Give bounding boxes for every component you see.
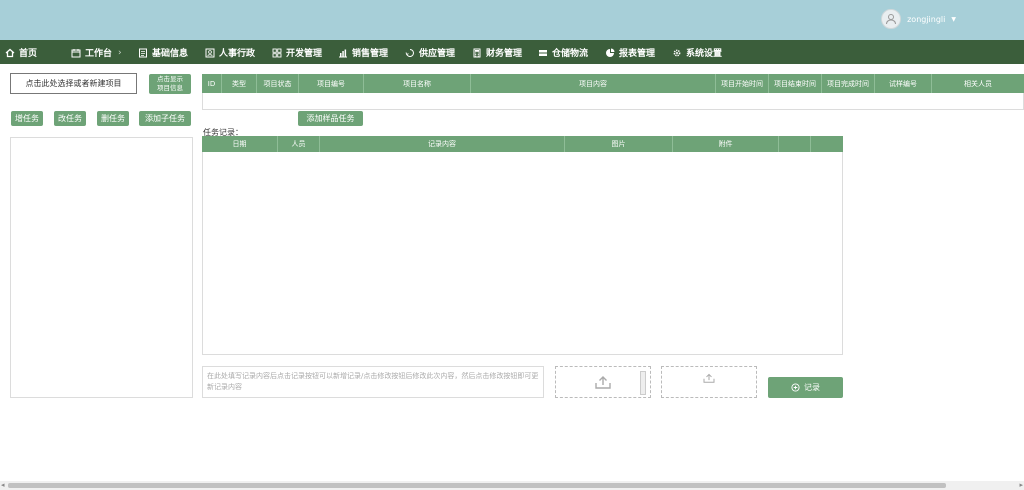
user-icon bbox=[886, 14, 897, 25]
column-header[interactable]: 图片 bbox=[565, 136, 673, 152]
column-header[interactable]: 项目完成时间 bbox=[822, 74, 875, 93]
column-header[interactable]: 项目状态 bbox=[257, 74, 299, 93]
column-header[interactable]: 类型 bbox=[222, 74, 257, 93]
column-header[interactable] bbox=[811, 136, 843, 152]
add-task-label: 增任务 bbox=[15, 114, 39, 123]
nav-workbench-label: 工作台 bbox=[85, 49, 113, 59]
add-sample-task-button[interactable]: 添加样品任务 bbox=[298, 111, 363, 126]
column-header[interactable]: 人员 bbox=[278, 136, 320, 152]
calendar-icon bbox=[71, 48, 81, 57]
user-name[interactable]: zongjingli bbox=[907, 15, 945, 24]
nav-dev-mgmt[interactable]: 开发管理 bbox=[272, 46, 322, 59]
records-table-header: 日期 人员 记录内容 图片 附件 bbox=[202, 136, 843, 152]
column-header[interactable] bbox=[779, 136, 811, 152]
add-sample-task-label: 添加样品任务 bbox=[306, 114, 355, 123]
add-subtask-button[interactable]: 添加子任务 bbox=[139, 111, 191, 126]
nav-settings[interactable]: 系统设置 bbox=[672, 46, 722, 59]
top-header: zongjingli ▼ bbox=[0, 0, 1024, 40]
plus-circle-icon bbox=[791, 383, 800, 392]
nav-supply[interactable]: 供应管理 bbox=[405, 46, 455, 59]
column-header[interactable]: 项目开始时间 bbox=[716, 74, 769, 93]
storage-icon bbox=[539, 49, 547, 56]
calculator-icon bbox=[473, 48, 481, 57]
delete-task-label: 删任务 bbox=[101, 114, 125, 123]
nav-sales-mgmt[interactable]: 销售管理 bbox=[338, 46, 388, 59]
record-button-label: 记录 bbox=[804, 383, 820, 392]
column-header[interactable]: 项目内容 bbox=[471, 74, 716, 93]
chevron-right-icon: › bbox=[118, 47, 122, 58]
select-project-label: 点击此处选择或者新建项目 bbox=[25, 79, 122, 88]
add-subtask-label: 添加子任务 bbox=[145, 114, 185, 123]
scroll-right-icon[interactable]: ▸ bbox=[1019, 481, 1023, 489]
nav-finance-label: 财务管理 bbox=[486, 49, 523, 59]
select-project-button[interactable]: 点击此处选择或者新建项目 bbox=[10, 73, 137, 94]
edit-task-label: 改任务 bbox=[58, 114, 82, 123]
column-header[interactable]: 项目结束时间 bbox=[769, 74, 822, 93]
image-upload[interactable] bbox=[555, 366, 651, 398]
show-project-info-button[interactable]: 点击显示 项目信息 bbox=[149, 74, 191, 94]
document-icon bbox=[139, 48, 147, 57]
add-task-button[interactable]: 增任务 bbox=[11, 111, 43, 126]
nav-finance[interactable]: 财务管理 bbox=[472, 46, 522, 59]
column-header[interactable]: 项目名称 bbox=[364, 74, 471, 93]
avatar[interactable] bbox=[881, 9, 902, 29]
scrollbar-thumb[interactable] bbox=[8, 483, 946, 488]
task-tree-panel[interactable] bbox=[10, 137, 193, 398]
nav-basic-info[interactable]: 基础信息 bbox=[138, 46, 188, 59]
nav-hr-admin-label: 人事行政 bbox=[219, 49, 256, 59]
main-nav: 首页 工作台 › 基础信息 人事行政 开发管理 销售管理 供应管理 财务管理 仓… bbox=[0, 40, 1024, 64]
nav-hr-admin[interactable]: 人事行政 bbox=[205, 46, 255, 59]
column-header[interactable]: ID bbox=[202, 74, 222, 93]
bar-chart-icon bbox=[339, 49, 347, 57]
nav-reports-label: 报表管理 bbox=[619, 49, 656, 59]
nav-warehouse-label: 仓储物流 bbox=[552, 49, 589, 59]
pie-chart-icon bbox=[606, 48, 615, 57]
project-table-header: ID 类型 项目状态 项目编号 项目名称 项目内容 项目开始时间 项目结束时间 … bbox=[202, 74, 1024, 93]
gear-icon bbox=[673, 49, 681, 56]
show-info-line2: 项目信息 bbox=[157, 84, 183, 92]
upload-icon bbox=[595, 376, 611, 389]
upload-icon bbox=[703, 373, 715, 383]
delete-task-button[interactable]: 删任务 bbox=[97, 111, 129, 126]
column-header[interactable]: 项目编号 bbox=[299, 74, 364, 93]
nav-supply-label: 供应管理 bbox=[419, 49, 456, 59]
column-header[interactable]: 记录内容 bbox=[320, 136, 565, 152]
grid-icon bbox=[272, 48, 282, 57]
nav-warehouse[interactable]: 仓储物流 bbox=[538, 46, 588, 59]
record-content-input[interactable] bbox=[202, 366, 544, 398]
home-icon bbox=[5, 48, 15, 57]
nav-basic-info-label: 基础信息 bbox=[152, 49, 189, 59]
image-upload-scrollbar[interactable] bbox=[640, 371, 646, 395]
recycle-icon bbox=[405, 48, 414, 57]
edit-task-button[interactable]: 改任务 bbox=[54, 111, 86, 126]
id-card-icon bbox=[205, 48, 215, 57]
scroll-left-icon[interactable]: ◂ bbox=[1, 481, 5, 489]
nav-dev-mgmt-label: 开发管理 bbox=[286, 49, 323, 59]
nav-home[interactable]: 首页 bbox=[5, 46, 37, 59]
nav-sales-mgmt-label: 销售管理 bbox=[352, 49, 389, 59]
column-header[interactable]: 相关人员 bbox=[932, 74, 1024, 93]
column-header[interactable]: 日期 bbox=[202, 136, 278, 152]
chevron-down-icon[interactable]: ▼ bbox=[951, 16, 956, 23]
nav-reports[interactable]: 报表管理 bbox=[605, 46, 655, 59]
attachment-upload[interactable] bbox=[661, 366, 757, 398]
horizontal-scrollbar[interactable]: ◂ ▸ bbox=[0, 481, 1024, 490]
nav-home-label: 首页 bbox=[19, 49, 38, 59]
column-header[interactable]: 附件 bbox=[673, 136, 779, 152]
column-header[interactable]: 试样编号 bbox=[875, 74, 932, 93]
record-button[interactable]: 记录 bbox=[768, 377, 843, 398]
user-menu[interactable]: zongjingli ▼ bbox=[881, 9, 956, 29]
nav-settings-label: 系统设置 bbox=[686, 49, 723, 59]
nav-workbench[interactable]: 工作台 › bbox=[71, 46, 122, 59]
records-table bbox=[202, 136, 843, 355]
show-info-line1: 点击显示 bbox=[157, 75, 183, 83]
